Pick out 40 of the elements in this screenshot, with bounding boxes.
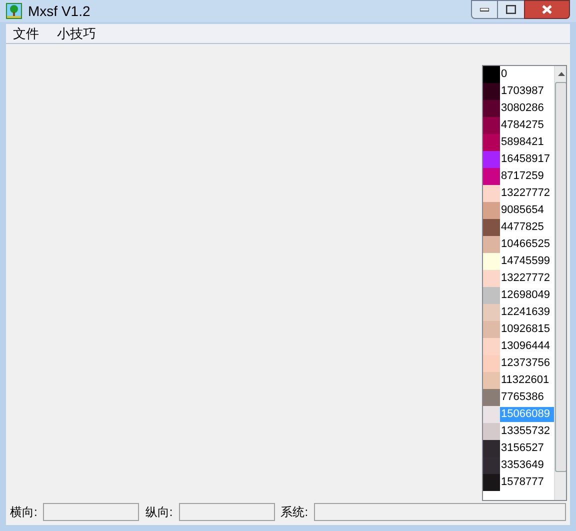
status-label: 纵向:: [145, 504, 173, 521]
color-value[interactable]: 5898421: [500, 135, 554, 150]
color-value[interactable]: 4477825: [500, 220, 554, 235]
color-value[interactable]: 4784275: [500, 118, 554, 133]
minimize-button[interactable]: [471, 0, 498, 19]
maximize-button[interactable]: [498, 0, 524, 19]
menu-item[interactable]: 文件: [10, 24, 42, 44]
color-value[interactable]: 10466525: [500, 237, 554, 252]
color-value[interactable]: 3353649: [500, 458, 554, 473]
color-value[interactable]: 11322601: [500, 373, 554, 388]
color-value[interactable]: 12241639: [500, 305, 554, 320]
color-value[interactable]: 13096444: [500, 339, 554, 354]
maximize-icon: [506, 5, 516, 14]
window-title: Mxsf V1.2: [28, 2, 90, 20]
color-value[interactable]: 0: [500, 67, 554, 82]
color-value[interactable]: 16458917: [500, 152, 554, 167]
color-value[interactable]: 14745599: [500, 254, 554, 269]
minimize-icon: [480, 8, 489, 12]
scrollbar[interactable]: [554, 66, 566, 500]
tree-icon: [6, 3, 22, 19]
color-value[interactable]: 13355732: [500, 424, 554, 439]
status-label: 系统:: [280, 504, 308, 521]
scroll-thumb[interactable]: [555, 82, 566, 472]
color-value[interactable]: 13227772: [500, 186, 554, 201]
color-value[interactable]: 8717259: [500, 169, 554, 184]
color-value[interactable]: 12373756: [500, 356, 554, 371]
color-value[interactable]: 1703987: [500, 84, 554, 99]
color-value[interactable]: 7765386: [500, 390, 554, 405]
color-value[interactable]: 3156527: [500, 441, 554, 456]
color-value[interactable]: 3080286: [500, 101, 554, 116]
close-button[interactable]: [524, 0, 570, 19]
color-value[interactable]: 1578777: [500, 475, 554, 490]
scroll-up-icon: [558, 72, 564, 76]
color-value[interactable]: 9085654: [500, 203, 554, 218]
status-label: 横向:: [10, 504, 38, 521]
close-icon: [542, 5, 552, 14]
color-value[interactable]: 12698049: [500, 288, 554, 303]
menu-item[interactable]: 小技巧: [54, 24, 99, 44]
color-value[interactable]: 10926815: [500, 322, 554, 337]
color-value[interactable]: 13227772: [500, 271, 554, 286]
